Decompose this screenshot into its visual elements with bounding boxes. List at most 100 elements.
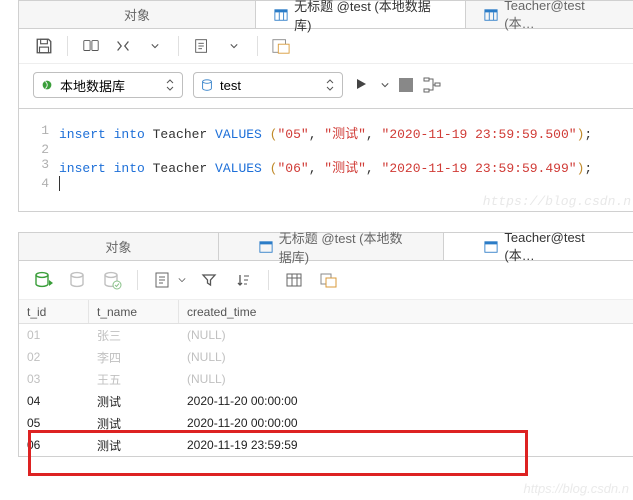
separator [178,36,179,56]
result-panel: 对象 无标题 @test (本地数据库) Teacher@test (本… [18,232,633,457]
cell: 01 [19,328,89,342]
code-content [59,176,60,191]
chevron-down-icon[interactable] [223,35,245,57]
filter-icon[interactable] [198,269,220,291]
rollback-icon[interactable] [101,269,123,291]
import-icon[interactable] [283,269,305,291]
column-header-name[interactable]: t_name [89,300,179,323]
tab-teacher[interactable]: Teacher@test (本… [444,233,633,260]
cell: 02 [19,350,89,364]
table-row[interactable]: 04测试2020-11-20 00:00:00 [19,390,633,412]
sql-editor[interactable]: 1insert into Teacher VALUES ("05", "测试",… [19,113,633,211]
text-view-icon[interactable] [152,269,174,291]
cell: (NULL) [179,350,633,364]
code-content: insert into Teacher VALUES ("05", "测试", … [59,123,592,142]
save-icon[interactable] [33,35,55,57]
table-row[interactable]: 06测试2020-11-19 23:59:59 [19,434,633,456]
export-icon[interactable] [317,269,339,291]
column-header-id[interactable]: t_id [19,300,89,323]
explain-icon[interactable] [423,77,443,93]
chevron-up-down-icon [326,79,336,91]
table-icon [484,8,498,22]
cell: (NULL) [179,328,633,342]
separator [67,36,68,56]
line-number: 3 [19,157,59,176]
table-row[interactable]: 05测试2020-11-20 00:00:00 [19,412,633,434]
query-builder-icon[interactable] [112,35,134,57]
tab-label: 对象 [124,5,150,24]
cell: 2020-11-20 00:00:00 [179,416,633,430]
cell: 测试 [89,437,179,454]
cell: 王五 [89,371,179,388]
chevron-down-icon[interactable] [381,81,389,89]
tab-label: 无标题 @test (本地数据库) [279,228,404,266]
table-icon [274,8,288,22]
copy-devices-icon[interactable] [80,35,102,57]
tab-untitled-query[interactable]: 无标题 @test (本地数据库) [219,233,445,260]
table-row[interactable]: 01张三(NULL) [19,324,633,346]
separator [268,270,269,290]
editor-toolbar [19,29,633,64]
connection-bar: 本地数据库 test [19,64,633,108]
table-body: 01张三(NULL)02李四(NULL)03王五(NULL)04测试2020-1… [19,324,633,456]
result-toolbar [19,261,633,300]
connection-icon [40,78,54,92]
editor-line[interactable]: 2 [19,142,633,157]
table-header: t_id t_name created_time [19,300,633,324]
table-icon [484,240,498,254]
watermark: https://blog.csdn.n [523,481,629,496]
query-panel: 对象 无标题 @test (本地数据库) Teacher@test (本… [18,0,633,212]
line-number: 2 [19,142,59,157]
database-icon [200,78,214,92]
watermark: https://blog.csdn.n [483,194,631,209]
bottom-tabs: 对象 无标题 @test (本地数据库) Teacher@test (本… [19,233,633,261]
divider [19,108,633,109]
separator [257,36,258,56]
tab-label: 无标题 @test (本地数据库) [294,0,447,34]
table-row[interactable]: 03王五(NULL) [19,368,633,390]
tab-objects[interactable]: 对象 [19,1,256,28]
chevron-down-icon[interactable] [178,276,186,284]
editor-line[interactable]: 1insert into Teacher VALUES ("05", "测试",… [19,123,633,142]
database-combo[interactable]: test [193,72,343,98]
chevron-down-icon[interactable] [144,35,166,57]
tab-untitled-query[interactable]: 无标题 @test (本地数据库) [256,1,466,28]
cell: 04 [19,394,89,408]
run-icon[interactable] [353,76,371,94]
commit-icon[interactable] [67,269,89,291]
connection-combo[interactable]: 本地数据库 [33,72,183,98]
connection-label: 本地数据库 [60,76,125,95]
editor-line[interactable]: 3insert into Teacher VALUES ("06", "测试",… [19,157,633,176]
top-tabs: 对象 无标题 @test (本地数据库) Teacher@test (本… [19,1,633,29]
table-icon [259,240,273,254]
column-header-time[interactable]: created_time [179,300,633,323]
tab-label: Teacher@test (本… [504,0,618,32]
line-number: 4 [19,176,59,191]
tab-label: Teacher@test (本… [504,230,596,264]
tab-objects[interactable]: 对象 [19,233,219,260]
cell: 李四 [89,349,179,366]
cell: 03 [19,372,89,386]
cell: 张三 [89,327,179,344]
begin-transaction-icon[interactable] [33,269,55,291]
cell: 2020-11-19 23:59:59 [179,438,633,452]
separator [137,270,138,290]
stop-icon[interactable] [399,78,413,92]
cell: 2020-11-20 00:00:00 [179,394,633,408]
tab-label: 对象 [105,237,131,256]
code-snippet-icon[interactable] [270,35,292,57]
chevron-up-down-icon [166,79,176,91]
code-content [59,142,67,157]
sort-icon[interactable] [232,269,254,291]
line-number: 1 [19,123,59,142]
tab-teacher[interactable]: Teacher@test (本… [466,1,633,28]
cell: 测试 [89,393,179,410]
beautify-icon[interactable] [191,35,213,57]
table-row[interactable]: 02李四(NULL) [19,346,633,368]
database-label: test [220,78,241,93]
cell: 05 [19,416,89,430]
cell: 测试 [89,415,179,432]
cell: (NULL) [179,372,633,386]
result-table: t_id t_name created_time 01张三(NULL)02李四(… [19,300,633,456]
editor-line[interactable]: 4 [19,176,633,191]
